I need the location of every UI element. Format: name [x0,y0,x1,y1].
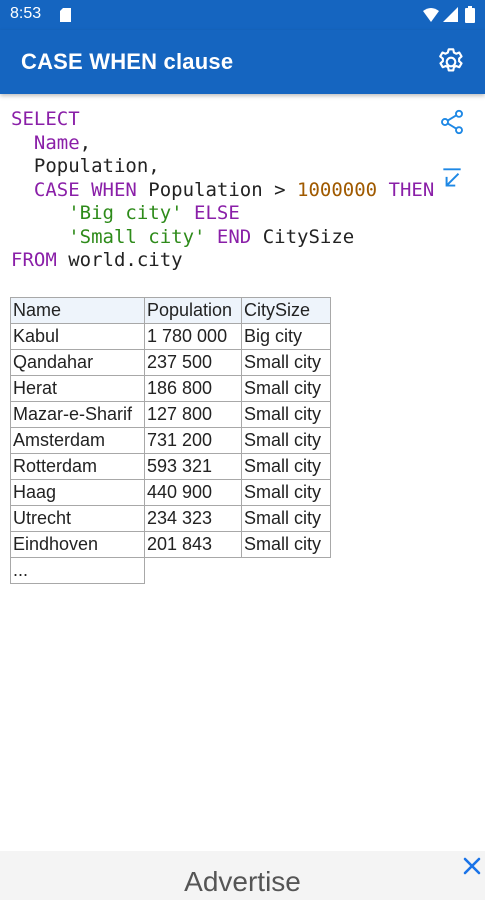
table-cell: Small city [241,479,331,506]
table-cell: 731 200 [144,427,242,454]
table-row: Kabul 1 780 000 Big city [10,323,331,350]
table-cell: Small city [241,349,331,376]
sql-keyword: FROM [11,249,57,271]
table-row: Haag 440 900 Small city [10,479,331,506]
table-cell: Haag [10,479,145,506]
ad-label: Advertise [184,866,301,897]
settings-button[interactable] [431,42,471,82]
column-header-population: Population [144,297,242,324]
table-cell: 1 780 000 [144,323,242,350]
app-bar: CASE WHEN clause [0,30,485,94]
share-button[interactable] [434,104,470,140]
sql-keyword: Name [11,131,80,154]
table-row: Herat 186 800 Small city [10,375,331,402]
table-cell: 440 900 [144,479,242,506]
code-line: SELECT [11,108,451,132]
code-line: Name, [11,132,451,156]
table-cell: Small city [241,505,331,532]
result-table: Name Population CitySize Kabul 1 780 000 B… [10,297,331,584]
sd-card-icon [60,8,71,22]
sql-number: 1000000 [297,178,378,201]
table-cell: Small city [241,427,331,454]
code-line: FROM world.city [11,249,451,273]
column-header-name: Name [10,297,145,324]
code-line: Population, [11,155,451,179]
table-row: Utrecht 234 323 Small city [10,505,331,532]
table-header-row: Name Population CitySize [10,297,331,324]
table-cell: Rotterdam [10,453,145,480]
gear-icon [439,48,463,72]
table-cell: Small city [241,401,331,428]
table-cell: 593 321 [144,453,242,480]
battery-icon [465,6,475,23]
sql-string: 'Big city' [68,202,183,224]
sql-keyword: ELSE [182,202,240,224]
code-line: 'Big city' ELSE [11,202,451,226]
table-row: Rotterdam 593 321 Small city [10,453,331,480]
sql-keyword: SELECT [11,108,80,130]
sql-keyword: CASE WHEN [11,178,149,201]
table-cell: Mazar-e-Sharif [10,401,145,428]
sql-text: Population > [148,178,297,201]
status-time: 8:53 [10,5,42,22]
page-title: CASE WHEN clause [21,49,234,74]
table-cell: 186 800 [144,375,242,402]
sql-text: world.city [56,249,183,271]
code-line: CASE WHEN Population > 1000000 THEN [11,179,451,203]
collapse-button[interactable] [434,160,470,196]
share-icon [441,109,463,135]
code-line: 'Small city' END CitySize [11,226,451,250]
table-cell: 201 843 [144,531,242,558]
table-cell: Big city [241,323,331,350]
table-cell: Eindhoven [10,531,145,558]
table-cell: Small city [241,531,331,558]
sql-text: CitySize [251,225,355,248]
table-cell: Herat [10,375,145,402]
table-cell: Utrecht [10,505,145,532]
column-header-citysize: CitySize [241,297,331,324]
table-cell: 127 800 [144,401,242,428]
sql-keyword: END [205,225,252,248]
sql-string: 'Small city' [68,225,206,248]
table-row: Eindhoven 201 843 Small city [10,531,331,558]
table-row: Mazar-e-Sharif 127 800 Small city [10,401,331,428]
table-cell: Small city [241,453,331,480]
collapse-icon [443,168,461,187]
table-cell: Kabul [10,323,145,350]
table-row: Amsterdam 731 200 Small city [10,427,331,454]
sql-query[interactable]: SELECT Name, Population, CASE WHEN Popul… [11,108,451,273]
table-more-row: ... [10,557,331,584]
table-cell: 237 500 [144,349,242,376]
sql-keyword: THEN [377,178,435,201]
close-icon[interactable] [460,854,484,878]
sql-text: Population, [11,155,160,177]
table-cell: Small city [241,375,331,402]
signal-icon [443,7,458,22]
table-cell: 234 323 [144,505,242,532]
sql-text: , [79,131,92,154]
table-cell: Amsterdam [10,427,145,454]
wifi-icon [423,8,439,22]
table-row: Qandahar 237 500 Small city [10,349,331,376]
status-bar: 8:53 [0,0,485,30]
ad-banner[interactable]: Advertise [0,851,485,900]
more-rows-indicator[interactable]: ... [10,557,145,584]
table-cell: Qandahar [10,349,145,376]
